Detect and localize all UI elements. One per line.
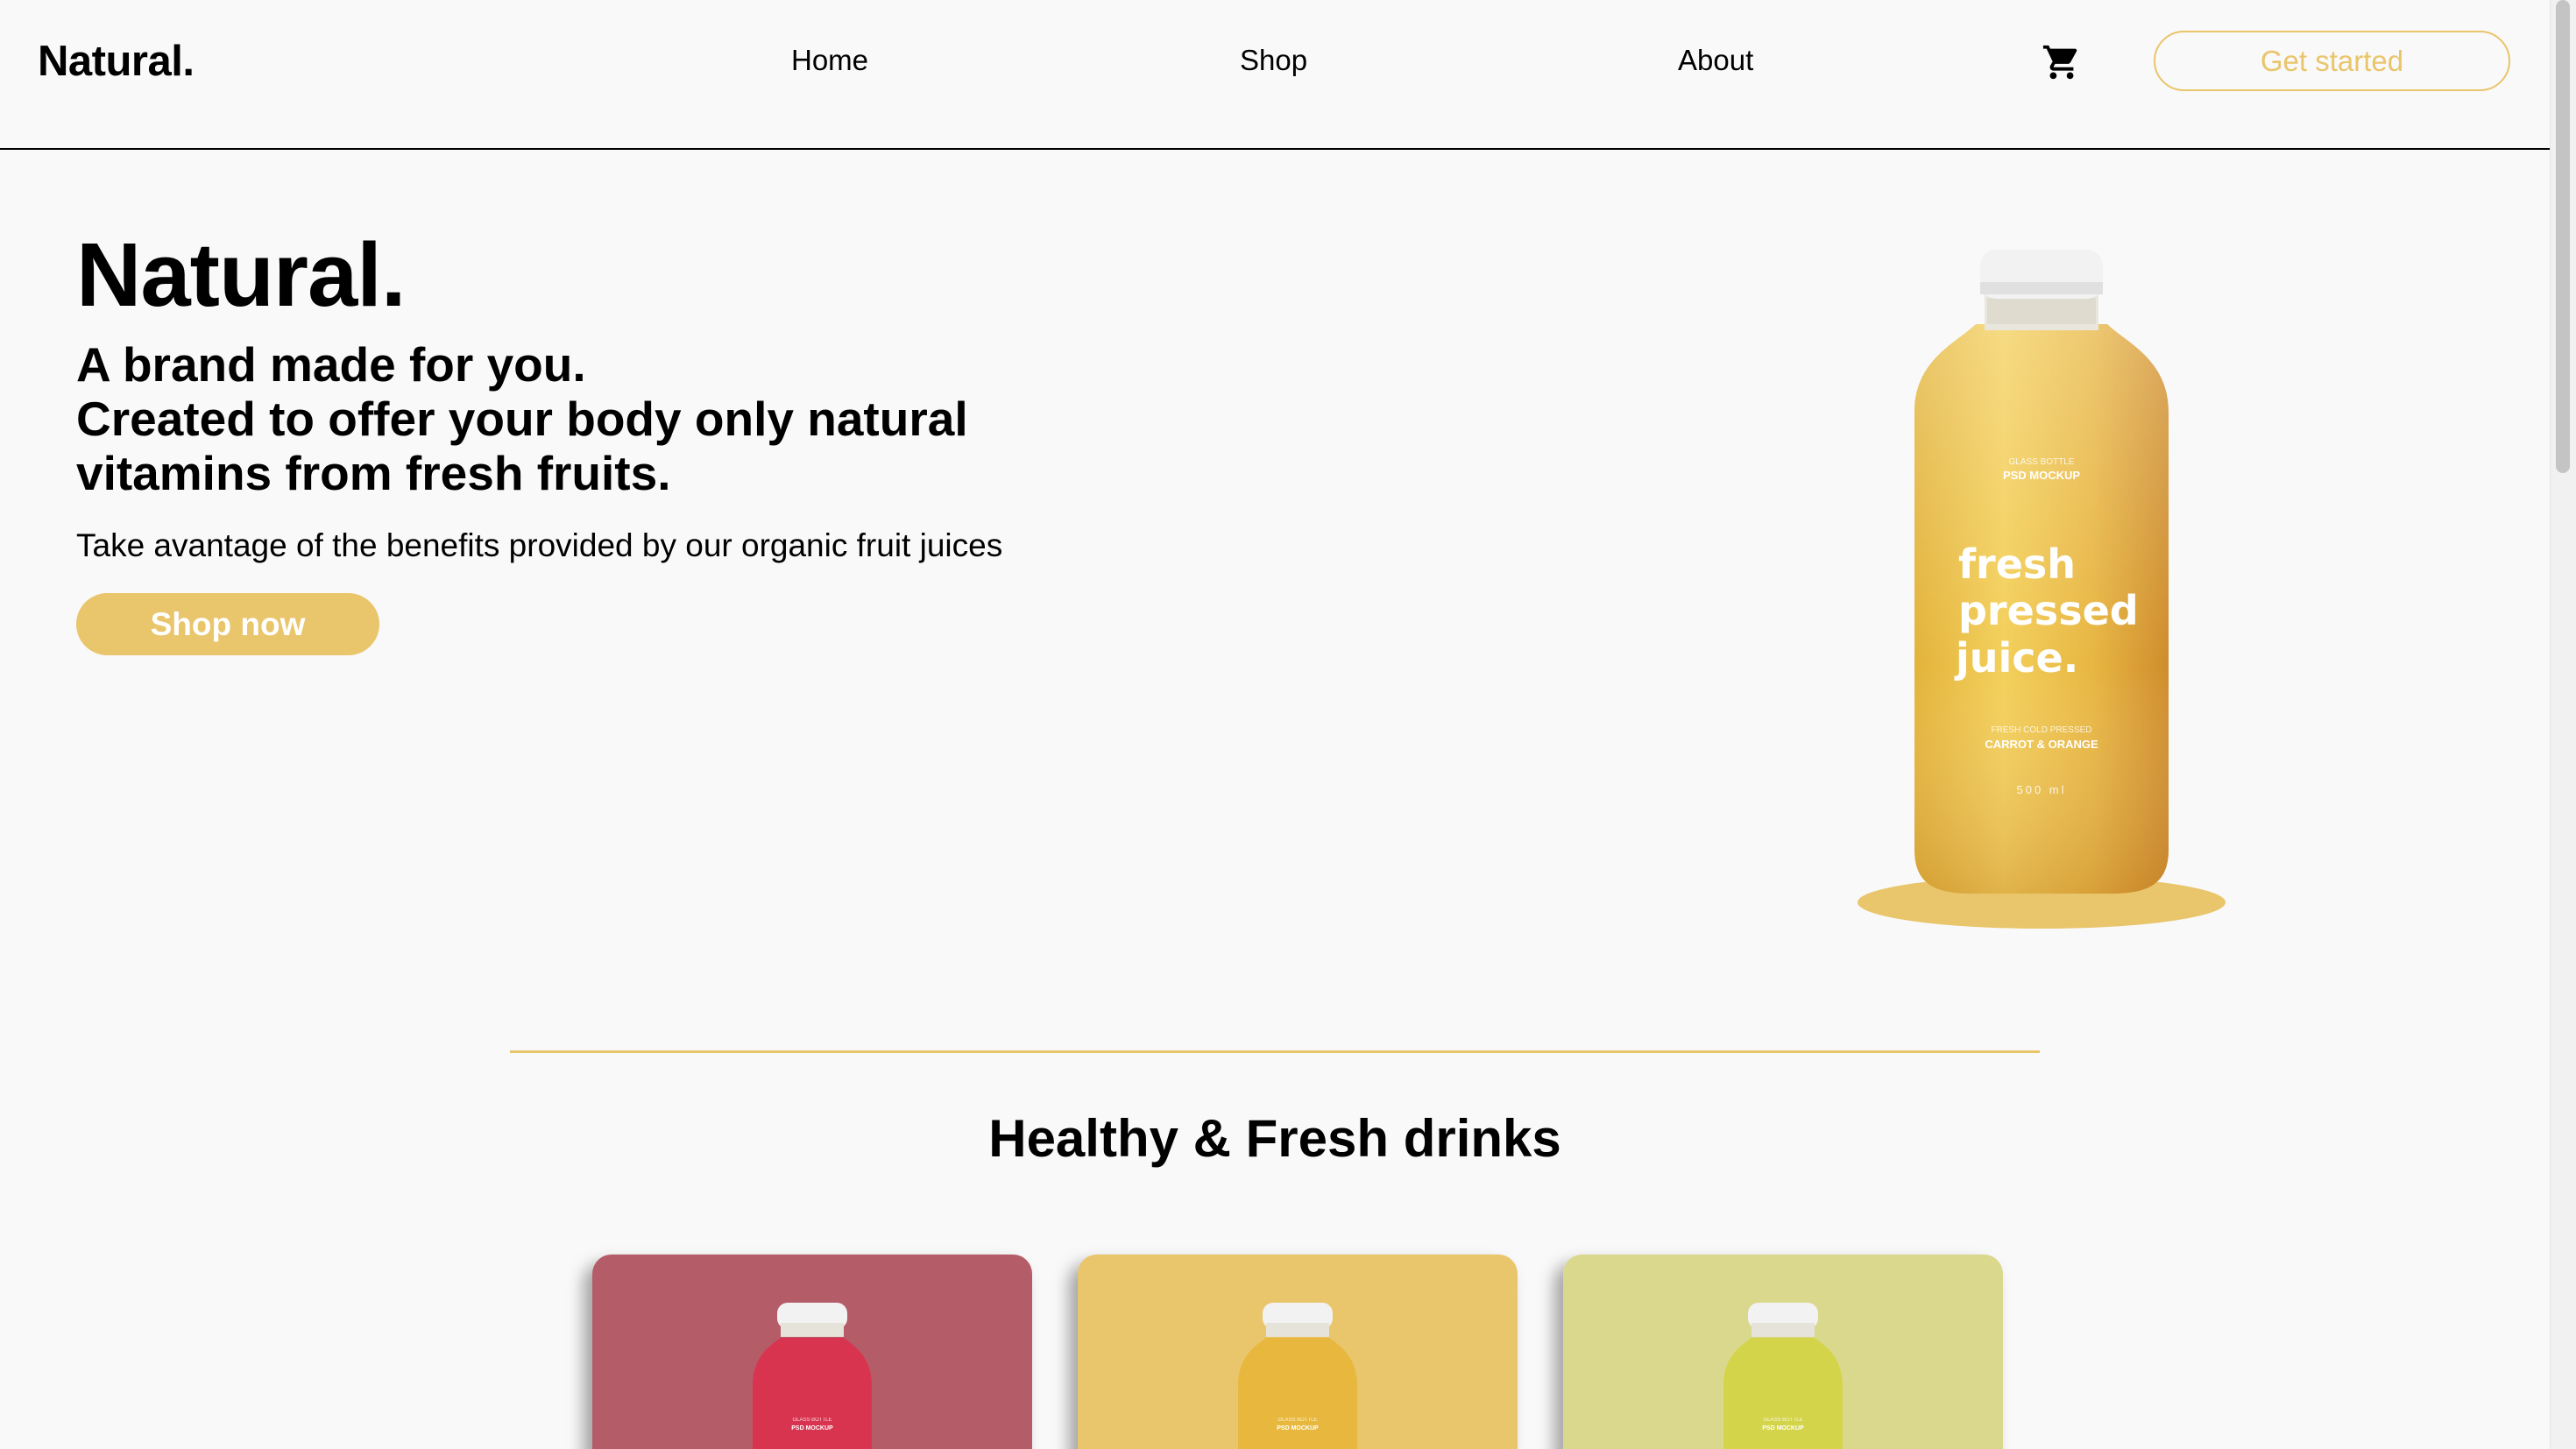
bottle-label-line: pressed	[1958, 587, 2139, 634]
hero-title: Natural.	[76, 224, 406, 325]
bottle-label-mockup: PSD MOCKUP	[2003, 469, 2080, 482]
product-card[interactable]: GLASS BOTTLE PSD MOCKUP	[1078, 1255, 1518, 1449]
nav-about-link[interactable]: About	[1678, 44, 1753, 77]
bottle-label-mockup: PSD MOCKUP	[791, 1425, 833, 1431]
bottle-label-line: juice.	[1954, 634, 2078, 682]
hero-description: Take avantage of the benefits provided b…	[76, 527, 1003, 563]
navbar: Natural. Home Shop About Get started	[0, 0, 2550, 150]
nav-home-link[interactable]: Home	[791, 44, 868, 77]
bottle-label-small: GLASS BOTTLE	[1763, 1417, 1802, 1423]
page: Natural. Home Shop About Get started Nat…	[0, 0, 2576, 1449]
juice-bottle-image: GLASS BOTTLE PSD MOCKUP fresh pressed ju…	[1849, 237, 2234, 937]
bottle-label-small: GLASS BOTTLE	[792, 1417, 832, 1423]
bottle-label-small: FRESH COLD PRESSED	[1991, 725, 2091, 735]
bottle-label-small: GLASS BOTTLE	[2008, 457, 2074, 467]
bottle-label-flavor: CARROT & ORANGE	[1985, 738, 2098, 751]
bottle-label-mockup: PSD MOCKUP	[1762, 1425, 1804, 1431]
get-started-button[interactable]: Get started	[2154, 31, 2510, 91]
bottle-label-line: fresh	[1958, 541, 2076, 588]
hero-subtitle-line: Created to offer your body only natural	[76, 392, 968, 446]
bottle-label-small: GLASS BOTTLE	[1277, 1417, 1317, 1423]
nav-shop-link[interactable]: Shop	[1240, 44, 1307, 77]
bottle-label-mockup: PSD MOCKUP	[1277, 1425, 1319, 1431]
product-card[interactable]: GLASS BOTTLE PSD MOCKUP	[592, 1255, 1032, 1449]
product-card[interactable]: GLASS BOTTLE PSD MOCKUP	[1563, 1255, 2003, 1449]
brand-logo[interactable]: Natural.	[38, 37, 195, 86]
products-section-title: Healthy & Fresh drinks	[988, 1109, 1561, 1168]
section-divider	[510, 1050, 2040, 1053]
scrollbar-thumb[interactable]	[2556, 0, 2570, 473]
hero-subtitle-line: vitamins from fresh fruits.	[76, 446, 671, 500]
hero-subtitle: A brand made for you. Created to offer y…	[76, 337, 1084, 500]
shopping-cart-icon[interactable]	[2042, 42, 2082, 82]
shop-now-button[interactable]: Shop now	[76, 593, 379, 655]
bottle-label-volume: 500 ml	[2016, 783, 2066, 796]
hero-subtitle-line: A brand made for you.	[76, 337, 586, 392]
